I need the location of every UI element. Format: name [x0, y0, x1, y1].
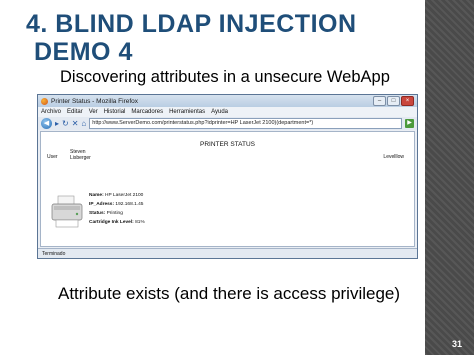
level-label: Levelllow — [383, 154, 404, 160]
menu-bar: Archivo Editar Ver Historial Marcadores … — [38, 107, 417, 117]
menu-historial[interactable]: Historial — [104, 109, 126, 115]
user-last-name: Lisberger — [70, 155, 91, 161]
printer-name-row: Name: HP LaserJet 2100 — [89, 191, 145, 200]
menu-herramientas[interactable]: Herramientas — [169, 109, 205, 115]
decorative-sidebar: 31 — [425, 0, 474, 355]
forward-arrow-icon[interactable]: ▸ — [55, 119, 59, 129]
firefox-icon — [41, 97, 48, 105]
slide-number: 31 — [451, 339, 462, 349]
back-arrow-icon[interactable]: ◀ — [41, 118, 52, 129]
slide-subtitle: Discovering attributes in a unsecure Web… — [60, 68, 390, 86]
status-label: Status: — [89, 211, 106, 216]
reload-icon[interactable]: ↻ — [62, 119, 69, 129]
menu-archivo[interactable]: Archivo — [41, 109, 61, 115]
status-bar: Terminado — [38, 248, 417, 258]
user-label: User — [47, 154, 58, 160]
close-button[interactable]: × — [401, 96, 414, 106]
status-value: Printing — [106, 211, 123, 216]
menu-ayuda[interactable]: Ayuda — [211, 109, 228, 115]
menu-marcadores[interactable]: Marcadores — [131, 109, 163, 115]
menu-ver[interactable]: Ver — [89, 109, 98, 115]
slide-title-line2: DEMO 4 — [34, 38, 133, 66]
go-arrow-icon[interactable]: ▶ — [405, 119, 414, 128]
minimize-button[interactable]: – — [373, 96, 386, 106]
menu-editar[interactable]: Editar — [67, 109, 83, 115]
page-heading: PRINTER STATUS — [199, 141, 255, 148]
name-value: HP LaserJet 2100 — [105, 193, 144, 198]
name-label: Name: — [89, 193, 104, 198]
window-controls: – □ × — [373, 96, 414, 106]
printer-ip-row: IP_Adress: 192.168.1.45 — [89, 200, 145, 209]
maximize-button[interactable]: □ — [387, 96, 400, 106]
window-titlebar: Printer Status - Mozilla Firefox – □ × — [38, 95, 417, 107]
printer-status-row: Status: Printing — [89, 209, 145, 218]
cartridge-value: 81% — [135, 220, 145, 225]
ip-value: 192.168.1.45 — [115, 202, 144, 207]
cartridge-label: Cartridge Ink Level: — [89, 220, 134, 225]
stop-icon[interactable]: ✕ — [72, 119, 79, 129]
page-content: PRINTER STATUS User Steven Lisberger Lev… — [40, 131, 415, 247]
printer-info: Name: HP LaserJet 2100 IP_Adress: 192.16… — [89, 191, 145, 227]
printer-image — [51, 195, 83, 228]
user-name: Steven Lisberger — [70, 149, 91, 161]
ip-label: IP_Adress: — [89, 202, 115, 207]
slide-caption: Attribute exists (and there is access pr… — [58, 284, 401, 303]
slide-title-line1: 4. BLIND LDAP INJECTION — [26, 10, 357, 38]
window-title: Printer Status - Mozilla Firefox — [51, 97, 139, 105]
cartridge-row: Cartridge Ink Level: 81% — [89, 218, 145, 227]
home-icon[interactable]: ⌂ — [81, 119, 86, 129]
browser-window: Printer Status - Mozilla Firefox – □ × A… — [37, 94, 418, 259]
navigation-toolbar: ◀ ▸ ↻ ✕ ⌂ http://www.ServerDemo.com/prin… — [38, 117, 417, 130]
address-bar[interactable]: http://www.ServerDemo.com/printerstatus.… — [89, 118, 402, 129]
